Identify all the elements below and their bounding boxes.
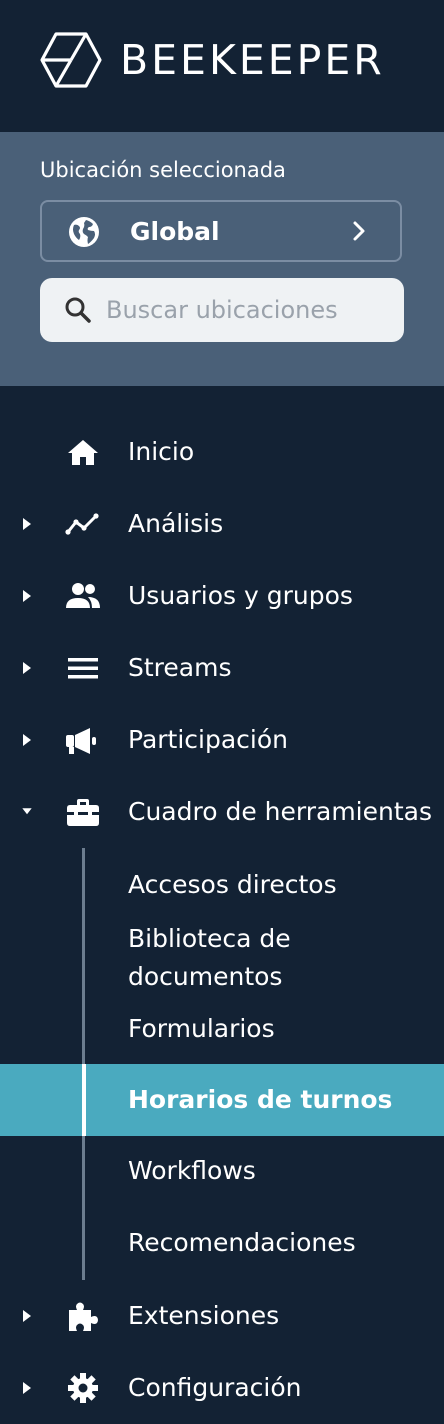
nav-item-cuadro-de-herramientas[interactable]: Cuadro de herramientas <box>0 776 444 848</box>
nav-label: Inicio <box>128 437 195 466</box>
nav-label: Análisis <box>128 509 224 538</box>
submenu-label: Accesos directos <box>128 870 337 899</box>
caret-right-icon <box>23 734 31 746</box>
nav-item-analisis[interactable]: Análisis <box>0 488 444 560</box>
chevron-right-icon <box>353 221 365 241</box>
location-label: Ubicación seleccionada <box>40 158 286 182</box>
submenu-label: Recomendaciones <box>128 1228 356 1257</box>
nav-label: Cuadro de herramientas <box>128 797 432 826</box>
caret-right-icon <box>23 1382 31 1394</box>
caret-down-icon <box>22 808 32 815</box>
nav-item-configuracion[interactable]: Configuración <box>0 1352 444 1424</box>
caret-right-icon <box>23 518 31 530</box>
caret-right-icon <box>23 662 31 674</box>
megaphone-icon <box>66 728 96 754</box>
active-indicator <box>82 1064 86 1136</box>
home-icon <box>68 440 98 465</box>
brand-name: BEEKEEPER <box>120 36 385 84</box>
location-selector[interactable]: Global <box>40 200 402 262</box>
nav-label: Streams <box>128 653 232 682</box>
submenu-item-accesos-directos[interactable]: Accesos directos <box>0 864 444 906</box>
submenu-item-formularios[interactable]: Formularios <box>0 1008 444 1050</box>
toolbox-icon <box>67 799 99 826</box>
nav-item-usuarios-y-grupos[interactable]: Usuarios y grupos <box>0 560 444 632</box>
submenu-label: Horarios de turnos <box>128 1085 393 1114</box>
nav-item-inicio[interactable]: Inicio <box>0 416 444 488</box>
sidebar-header: BEEKEEPER <box>0 0 444 132</box>
globe-icon <box>69 217 99 247</box>
nav-label: Configuración <box>128 1373 302 1402</box>
submenu-item-recomendaciones[interactable]: Recomendaciones <box>0 1224 444 1266</box>
users-icon <box>66 583 100 608</box>
submenu-label: Biblioteca de documentos <box>128 924 291 991</box>
nav-label: Extensiones <box>128 1301 280 1330</box>
selected-location: Global <box>130 217 220 246</box>
submenu-item-biblioteca-de-documentos[interactable]: Biblioteca de documentos <box>0 918 444 998</box>
caret-right-icon <box>23 590 31 602</box>
search-icon <box>65 297 91 323</box>
puzzle-icon <box>69 1302 98 1331</box>
submenu-label: Formularios <box>128 1014 275 1043</box>
beekeeper-logo-icon <box>40 32 102 88</box>
nav-label: Participación <box>128 725 289 754</box>
submenu-item-workflows[interactable]: Workflows <box>0 1152 444 1194</box>
nav-item-streams[interactable]: Streams <box>0 632 444 704</box>
nav-label: Usuarios y grupos <box>128 581 353 610</box>
caret-right-icon <box>23 1310 31 1322</box>
streams-icon <box>68 658 98 679</box>
location-search-box <box>40 278 404 342</box>
submenu-label: Workflows <box>128 1156 256 1185</box>
nav-item-participacion[interactable]: Participación <box>0 704 444 776</box>
submenu-item-horarios-de-turnos[interactable]: Horarios de turnos <box>0 1064 444 1136</box>
nav-item-extensiones[interactable]: Extensiones <box>0 1280 444 1352</box>
gear-icon <box>68 1373 98 1403</box>
location-search-input[interactable] <box>106 290 386 330</box>
analytics-icon <box>65 513 99 535</box>
